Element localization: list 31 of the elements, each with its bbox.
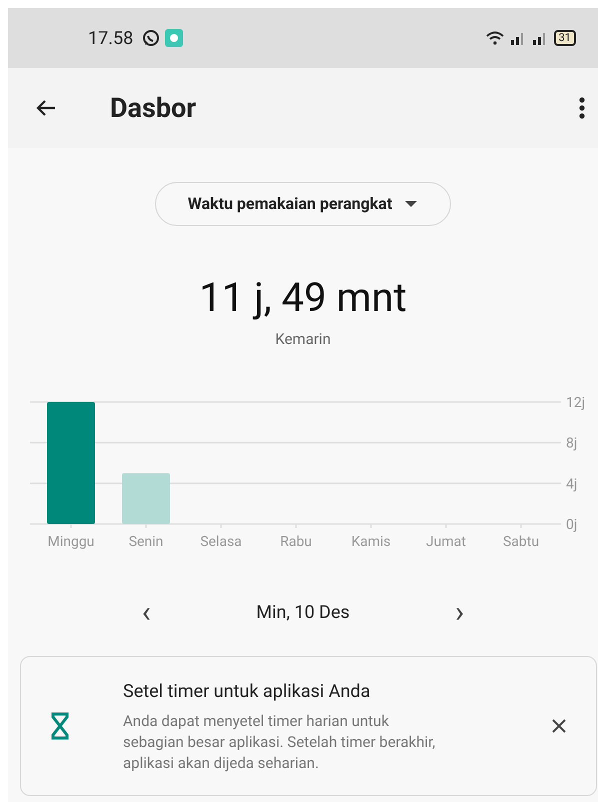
more-options-icon[interactable] xyxy=(578,96,586,120)
x-axis-label: Rabu xyxy=(280,534,312,550)
selected-date: Min, 10 Des xyxy=(256,601,350,625)
y-axis-label: 4j xyxy=(566,476,578,492)
signal-icon xyxy=(532,31,548,45)
metric-dropdown[interactable]: Waktu pemakaian perangkat xyxy=(155,182,451,226)
hourglass-icon xyxy=(51,712,69,740)
total-usage-time: 11 j, 49 mnt xyxy=(198,276,408,320)
screen-title: Dasbor xyxy=(110,90,196,126)
tip-body: Anda dapat menyetel timer harian untuk sebagian besar aplikasi. Setelah timer berakhir, aplikasi akan dijeda seharian. xyxy=(123,710,436,774)
next-day-button[interactable]: › xyxy=(444,598,475,628)
battery-indicator: 31 xyxy=(554,30,576,46)
x-axis-label: Kamis xyxy=(351,534,391,550)
x-axis-label: Sabtu xyxy=(502,534,540,550)
close-icon[interactable] xyxy=(552,718,566,732)
chat-app-icon xyxy=(142,29,160,47)
status-time: 17.58 xyxy=(88,26,134,50)
x-axis-label: Jumat xyxy=(426,534,466,550)
usage-day-label: Kemarin xyxy=(274,329,332,350)
x-axis-label: Minggu xyxy=(48,534,94,550)
y-axis-label: 0j xyxy=(566,516,578,532)
previous-day-button[interactable]: ‹ xyxy=(131,598,162,628)
tip-title: Setel timer untuk aplikasi Anda xyxy=(123,680,372,704)
y-axis-label: 12j xyxy=(566,394,586,410)
x-axis-label: Selasa xyxy=(200,534,242,550)
wifi-icon xyxy=(486,31,504,45)
app-notification-icon xyxy=(165,29,184,47)
x-axis-label: Senin xyxy=(128,534,164,550)
y-axis-label: 8j xyxy=(566,435,578,452)
dropdown-caret-icon xyxy=(404,200,418,208)
signal-icon xyxy=(510,31,526,45)
